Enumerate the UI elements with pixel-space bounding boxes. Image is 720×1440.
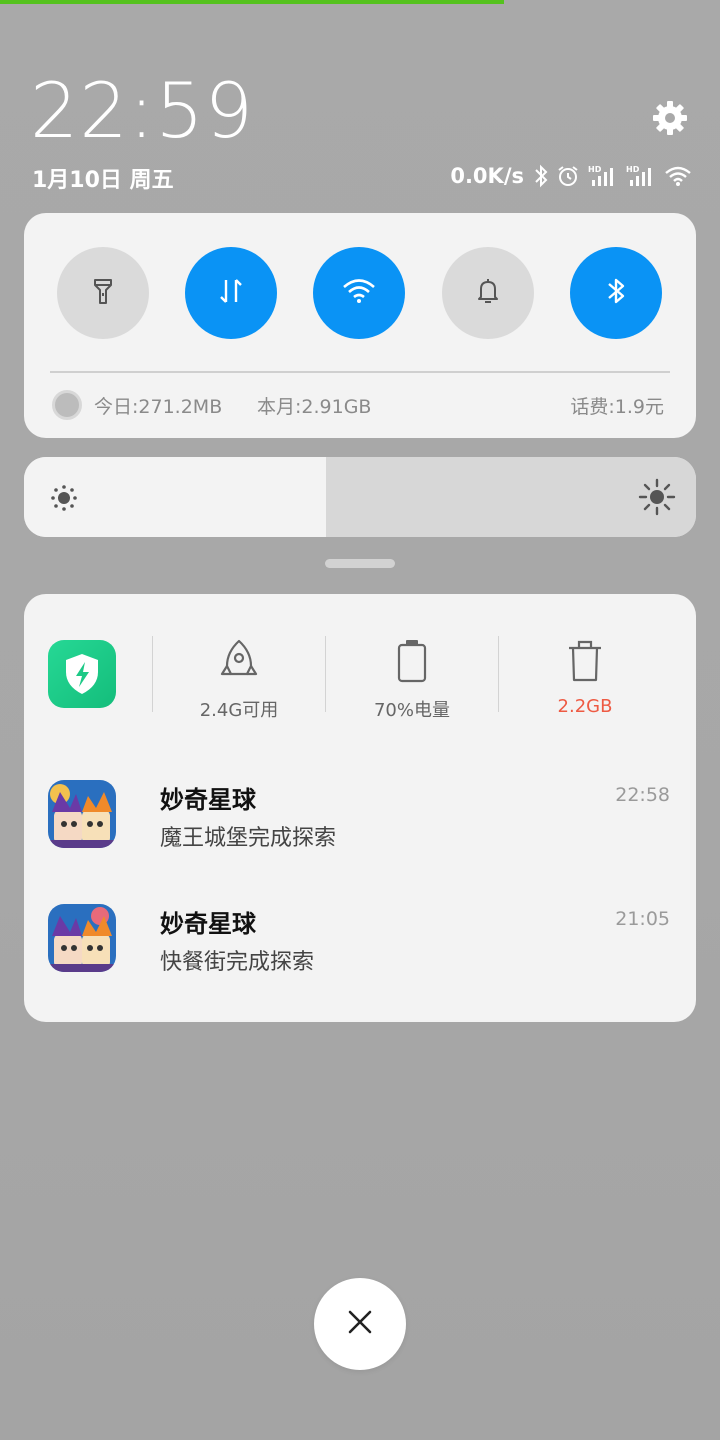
brightness-slider[interactable] bbox=[24, 457, 696, 537]
wifi-toggle[interactable] bbox=[313, 247, 405, 339]
battery-stat[interactable]: 70%电量 bbox=[327, 638, 497, 722]
memory-stat[interactable]: 2.4G可用 bbox=[154, 638, 324, 722]
data-usage-indicator bbox=[52, 390, 82, 420]
brightness-high-icon bbox=[638, 478, 676, 520]
ringer-toggle[interactable] bbox=[442, 247, 534, 339]
notification-app-name: 妙奇星球 bbox=[160, 786, 256, 814]
flashlight-icon bbox=[88, 276, 118, 310]
rocket-icon bbox=[219, 638, 259, 684]
usage-month: 本月:2.91GB bbox=[257, 396, 372, 418]
battery-label: 70%电量 bbox=[373, 700, 450, 721]
wifi-icon bbox=[664, 164, 692, 188]
game-app-icon bbox=[48, 904, 116, 972]
settings-gear-icon[interactable] bbox=[650, 98, 690, 138]
notification-item[interactable]: 妙奇星球 快餐街完成探索 21:05 bbox=[48, 904, 670, 975]
notification-app-name: 妙奇星球 bbox=[160, 910, 256, 938]
date-label: 1月10日 周五 bbox=[32, 168, 174, 193]
game-app-icon bbox=[48, 780, 116, 848]
notification-text: 快餐街完成探索 bbox=[160, 950, 315, 975]
flashlight-toggle[interactable] bbox=[57, 247, 149, 339]
phone-balance: 话费:1.9元 bbox=[570, 396, 664, 418]
panel-drag-handle[interactable] bbox=[325, 559, 395, 568]
wifi-icon bbox=[341, 276, 377, 310]
security-app-icon[interactable] bbox=[48, 640, 116, 708]
battery-icon bbox=[395, 638, 429, 684]
clock-time: 22:59 bbox=[30, 66, 255, 155]
panel-divider bbox=[50, 371, 670, 373]
top-progress-line bbox=[0, 0, 504, 4]
data-arrows-icon bbox=[216, 276, 246, 310]
brightness-low-icon bbox=[50, 484, 78, 516]
bluetooth-toggle[interactable] bbox=[570, 247, 662, 339]
svg-text:HD: HD bbox=[626, 165, 640, 174]
notification-time: 22:58 bbox=[615, 784, 670, 806]
status-bar: 0.0K/s HD HD bbox=[450, 160, 692, 192]
trash-icon bbox=[565, 638, 605, 684]
separator bbox=[152, 636, 153, 712]
quick-settings-panel: 今日:271.2MB 本月:2.91GB 话费:1.9元 bbox=[24, 213, 696, 438]
usage-today: 今日:271.2MB bbox=[94, 396, 223, 418]
notification-item[interactable]: 妙奇星球 魔王城堡完成探索 22:58 bbox=[48, 780, 670, 851]
separator bbox=[498, 636, 499, 712]
junk-size-label: 2.2GB bbox=[557, 696, 613, 717]
bluetooth-icon bbox=[604, 275, 628, 311]
hd-signal-icon: HD bbox=[626, 164, 656, 188]
notification-time: 21:05 bbox=[615, 908, 670, 930]
bluetooth-icon bbox=[534, 164, 548, 188]
network-speed: 0.0K/s bbox=[450, 164, 524, 188]
hd-signal-icon: HD bbox=[588, 164, 618, 188]
notification-panel: 2.4G可用 70%电量 2.2GB 妙奇星球 魔王城堡完成探索 22:58 妙… bbox=[24, 594, 696, 1022]
mobile-data-toggle[interactable] bbox=[185, 247, 277, 339]
close-icon bbox=[347, 1309, 373, 1339]
bell-icon bbox=[473, 276, 503, 310]
cleanup-stat[interactable]: 2.2GB bbox=[500, 638, 670, 717]
alarm-icon bbox=[556, 164, 580, 188]
clear-notifications-button[interactable] bbox=[314, 1278, 406, 1370]
notification-text: 魔王城堡完成探索 bbox=[160, 826, 337, 851]
separator bbox=[325, 636, 326, 712]
memory-label: 2.4G可用 bbox=[199, 700, 279, 721]
svg-text:HD: HD bbox=[588, 165, 602, 174]
